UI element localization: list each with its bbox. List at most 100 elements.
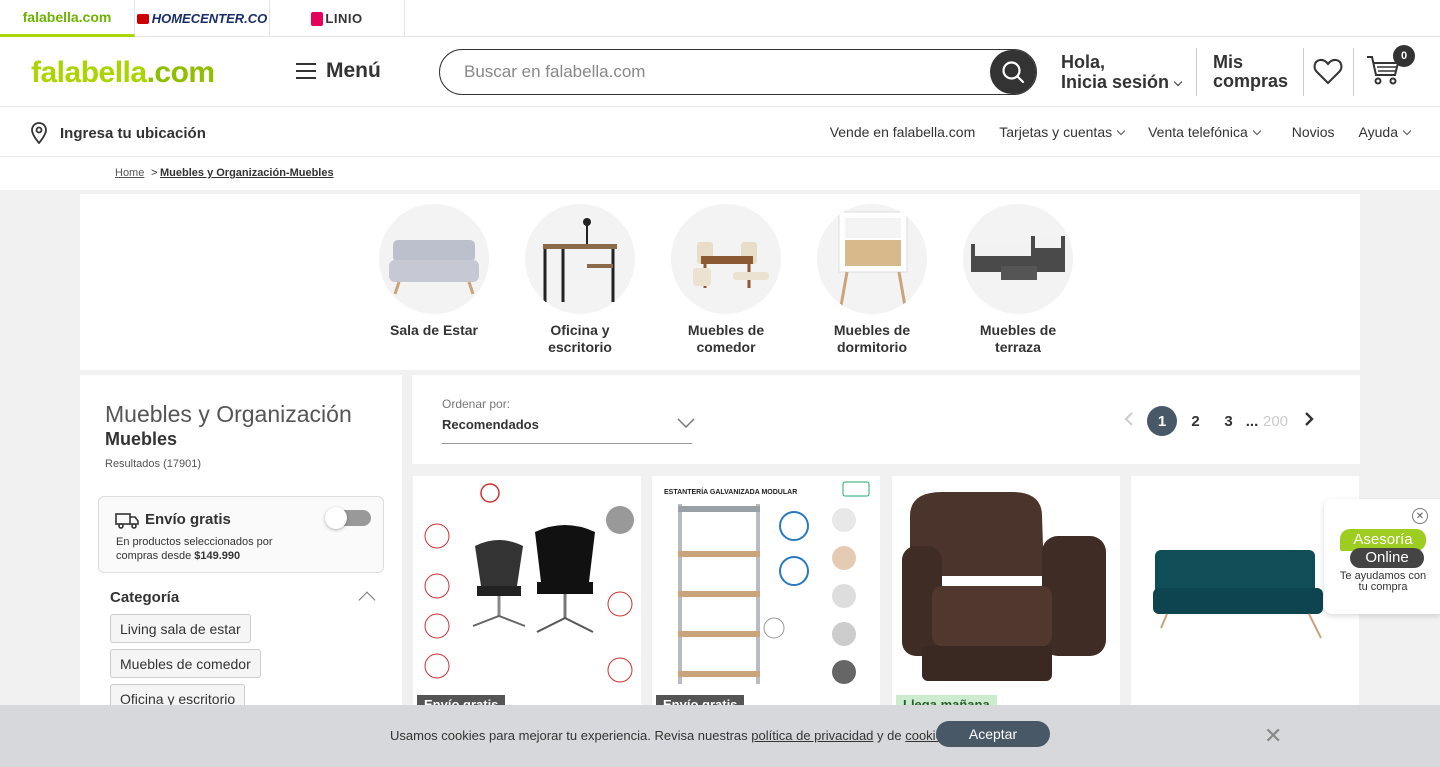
search-icon xyxy=(1002,61,1025,84)
product-card[interactable]: ESTANTERÍA GALVANIZADA MODULAR Envío gra… xyxy=(652,476,880,706)
category-label-2: dormitorio xyxy=(837,339,907,355)
divider xyxy=(1196,48,1197,96)
link-vende[interactable]: Vende en falabella.com xyxy=(830,124,976,140)
main-header: falabella.com Menú Hola, Inicia sesión M… xyxy=(0,37,1440,107)
link-novios[interactable]: Novios xyxy=(1292,124,1335,140)
product-card[interactable]: Envío gratis xyxy=(413,476,641,706)
breadcrumb-current[interactable]: Muebles y Organización-Muebles xyxy=(160,167,334,179)
desk-image xyxy=(525,204,635,314)
recliner-image xyxy=(892,476,1120,706)
next-page-button[interactable] xyxy=(1292,412,1325,430)
greeting-line1: Hola, xyxy=(1061,52,1106,72)
page-3[interactable]: 3 xyxy=(1212,413,1245,430)
sort-bar: Ordenar por: Recomendados 1 2 3 ... 200 xyxy=(412,375,1360,464)
category-carousel: Sala de Estar Oficina y escritorio Mueble… xyxy=(80,194,1360,370)
page-current[interactable]: 1 xyxy=(1147,406,1177,436)
chat-subtitle: Te ayudamos con tu compra xyxy=(1339,570,1427,593)
divider xyxy=(1353,48,1354,96)
falabella-logo[interactable]: falabella.com xyxy=(31,56,215,90)
hamburger-icon xyxy=(296,63,316,79)
link-venta-telefonica[interactable]: Venta telefónica xyxy=(1148,124,1261,140)
envio-title: Envío gratis xyxy=(145,511,231,528)
chevron-down-icon xyxy=(1116,126,1126,136)
page-2[interactable]: 2 xyxy=(1179,413,1212,430)
location-selector[interactable]: Ingresa tu ubicación xyxy=(30,122,206,144)
page-last[interactable]: 200 xyxy=(1259,413,1292,430)
category-label: Muebles de xyxy=(979,322,1057,338)
search-input[interactable] xyxy=(464,62,964,82)
login-menu[interactable]: Hola, Inicia sesión xyxy=(1061,52,1183,92)
envio-gratis-toggle[interactable] xyxy=(325,507,371,529)
product-card[interactable]: Llega mañana xyxy=(892,476,1120,706)
office-chairs-image xyxy=(413,476,641,706)
category-dormitorio[interactable]: Muebles de dormitorio xyxy=(812,204,932,356)
chevron-down-icon xyxy=(1252,126,1261,136)
envio-gratis-filter: Envío gratis En productos seleccionados … xyxy=(98,496,384,573)
chat-pill-online: Online xyxy=(1350,548,1424,568)
search-bar xyxy=(439,49,1037,95)
online-advisory-widget[interactable]: ✕ Asesoría Online Te ayudamos con tu com… xyxy=(1324,499,1440,614)
cookie-text-2: y de xyxy=(873,728,906,743)
mis-compras-link[interactable]: Mis compras xyxy=(1213,53,1288,91)
category-sala-de-estar[interactable]: Sala de Estar xyxy=(374,204,494,339)
category-label-2: comedor xyxy=(696,339,756,355)
page-ellipsis: ... xyxy=(1245,412,1259,430)
chevron-down-icon xyxy=(1173,77,1183,87)
category-comedor[interactable]: Muebles de comedor xyxy=(666,204,786,356)
close-icon[interactable]: ✕ xyxy=(1264,725,1282,747)
sidebar-title-top: Muebles y Organización xyxy=(105,401,352,427)
envio-amount: $149.990 xyxy=(194,550,241,562)
chat-close-button[interactable]: ✕ xyxy=(1412,508,1428,524)
menu-label: Menú xyxy=(326,59,381,82)
menu-button[interactable]: Menú xyxy=(296,59,381,83)
link-ayuda-label: Ayuda xyxy=(1358,124,1398,140)
brand-tab-falabella[interactable]: falabella.com xyxy=(0,0,135,37)
sidebar-title-bottom: Muebles xyxy=(105,429,178,449)
link-venta-label: Venta telefónica xyxy=(1148,124,1248,140)
link-novios-label: Novios xyxy=(1291,124,1335,140)
category-oficina[interactable]: Oficina y escritorio xyxy=(520,204,640,356)
linio-icon xyxy=(311,11,324,26)
shelving-image: ESTANTERÍA GALVANIZADA MODULAR xyxy=(652,476,880,706)
category-label: Oficina y xyxy=(550,322,610,338)
divider xyxy=(1303,48,1304,96)
nightstand-image xyxy=(817,204,927,314)
brand-tab-homecenter[interactable]: HOMECENTER.CO xyxy=(135,0,270,37)
dining-set-image xyxy=(671,204,781,314)
category-label: Muebles de xyxy=(833,322,911,338)
link-vende-label: Vende en falabella.com xyxy=(829,124,976,140)
greeting-line2: Inicia sesión xyxy=(1061,72,1170,92)
cart-count-badge: 0 xyxy=(1393,45,1415,67)
envio-desc-line1: En productos seleccionados por xyxy=(116,536,273,548)
sort-underline xyxy=(442,443,692,444)
category-label: Muebles de xyxy=(687,322,765,338)
brand-tab-linio[interactable]: LINIO xyxy=(270,0,405,37)
breadcrumb-home[interactable]: Home xyxy=(115,167,144,179)
truck-icon xyxy=(115,513,139,529)
brand-falabella-label: falabella.com xyxy=(22,9,112,25)
link-ayuda[interactable]: Ayuda xyxy=(1358,124,1412,140)
link-tarjetas[interactable]: Tarjetas y cuentas xyxy=(999,124,1126,140)
location-label: Ingresa tu ubicación xyxy=(60,124,206,142)
category-filter-header[interactable]: Categoría xyxy=(110,589,179,606)
chip-living[interactable]: Living sala de estar xyxy=(110,614,251,643)
envio-desc-line2: compras desde xyxy=(116,550,195,562)
mis-line2: compras xyxy=(1213,71,1289,91)
logo-main: falabella xyxy=(31,56,147,89)
privacy-policy-link[interactable]: política de privacidad xyxy=(751,728,873,743)
chevron-up-icon[interactable] xyxy=(358,591,376,609)
accept-cookies-button[interactable]: Aceptar xyxy=(936,721,1050,747)
toggle-knob xyxy=(325,507,347,529)
chevron-down-icon xyxy=(1402,126,1412,136)
chip-comedor[interactable]: Muebles de comedor xyxy=(110,649,261,678)
breadcrumb-separator: > xyxy=(151,167,158,179)
location-pin-icon xyxy=(31,122,47,144)
prev-page-button[interactable] xyxy=(1112,412,1145,430)
favorites-button[interactable] xyxy=(1313,57,1343,90)
pagination: 1 2 3 ... 200 xyxy=(1112,406,1325,436)
cookie-message: Usamos cookies para mejorar tu experienc… xyxy=(390,728,953,743)
heart-icon xyxy=(1313,58,1343,85)
sort-value: Recomendados xyxy=(442,417,539,432)
search-button[interactable] xyxy=(990,50,1036,94)
category-terraza[interactable]: Muebles de terraza xyxy=(958,204,1078,356)
